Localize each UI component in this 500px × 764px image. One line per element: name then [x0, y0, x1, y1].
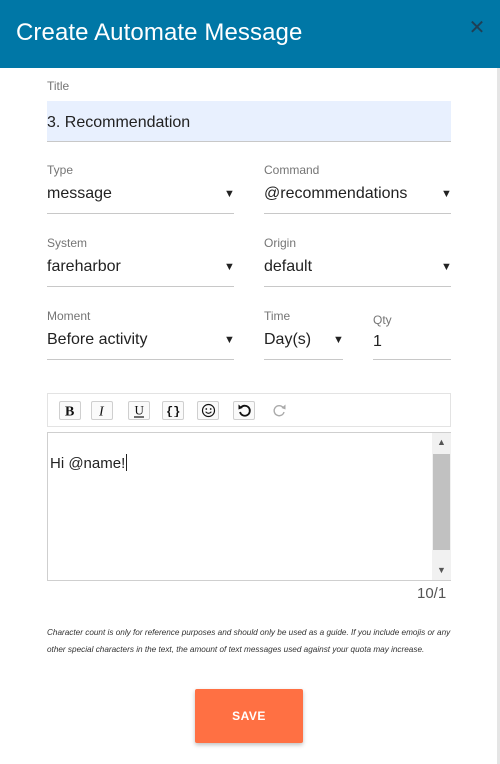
system-select-underline — [47, 286, 234, 287]
chevron-down-icon: ▼ — [224, 188, 235, 200]
system-select-value: fareharbor — [47, 258, 121, 275]
origin-select-value: default — [264, 258, 313, 275]
scroll-up-icon[interactable]: ▲ — [432, 434, 451, 451]
moment-select-underline — [47, 359, 234, 360]
message-editor[interactable]: Hi @name! ▲ ▼ — [47, 432, 451, 581]
command-select-underline — [264, 213, 451, 214]
qty-input-value: 1 — [373, 333, 382, 350]
svg-text:U: U — [135, 404, 145, 418]
bold-icon[interactable]: B — [59, 401, 81, 420]
character-count: 10/1 — [417, 585, 447, 602]
time-label: Time — [264, 309, 291, 323]
moment-select-value: Before activity — [47, 331, 148, 348]
scroll-thumb[interactable] — [433, 454, 450, 550]
time-select-value: Day(s) — [264, 331, 312, 348]
system-label: System — [47, 236, 88, 250]
dialog-title: Create Automate Message — [16, 19, 303, 46]
svg-text:B: B — [65, 405, 74, 418]
svg-text:I: I — [98, 405, 105, 418]
title-input-value: 3. Recommendation — [47, 114, 191, 131]
message-text[interactable]: Hi @name! — [50, 454, 128, 472]
undo-icon[interactable] — [233, 401, 255, 420]
chevron-down-icon: ▼ — [441, 261, 452, 273]
chevron-down-icon: ▼ — [224, 261, 235, 273]
editor-scrollbar[interactable]: ▲ ▼ — [432, 433, 451, 580]
redo-icon[interactable] — [268, 401, 290, 420]
braces-icon[interactable]: {} — [162, 401, 184, 420]
origin-label: Origin — [264, 236, 297, 250]
editor-toolbar: B I U {} — [47, 393, 451, 427]
title-label: Title — [47, 79, 70, 93]
chevron-down-icon: ▼ — [441, 188, 452, 200]
type-label: Type — [47, 163, 74, 177]
chevron-down-icon: ▼ — [224, 334, 235, 346]
close-icon[interactable]: ✕ — [466, 17, 488, 39]
save-button[interactable]: SAVE — [195, 689, 303, 743]
scroll-down-icon[interactable]: ▼ — [432, 562, 451, 579]
type-select-value: message — [47, 185, 112, 202]
underline-icon[interactable]: U — [128, 401, 150, 420]
dialog-header: Create Automate Message ✕ — [0, 0, 500, 68]
command-label: Command — [264, 163, 320, 177]
svg-text:{}: {} — [166, 405, 180, 417]
emoji-icon[interactable] — [197, 401, 219, 420]
type-select-underline — [47, 213, 234, 214]
italic-icon[interactable]: I — [91, 401, 113, 420]
origin-select-underline — [264, 286, 451, 287]
qty-input-underline — [373, 359, 451, 360]
character-count-note: Character count is only for reference pu… — [47, 628, 451, 654]
qty-label: Qty — [373, 313, 392, 327]
command-select-value: @recommendations — [264, 185, 408, 202]
title-input[interactable]: 3. Recommendation — [47, 101, 451, 142]
moment-label: Moment — [47, 309, 91, 323]
time-select-underline — [264, 359, 343, 360]
text-caret — [126, 454, 128, 471]
chevron-down-icon: ▼ — [333, 334, 344, 346]
